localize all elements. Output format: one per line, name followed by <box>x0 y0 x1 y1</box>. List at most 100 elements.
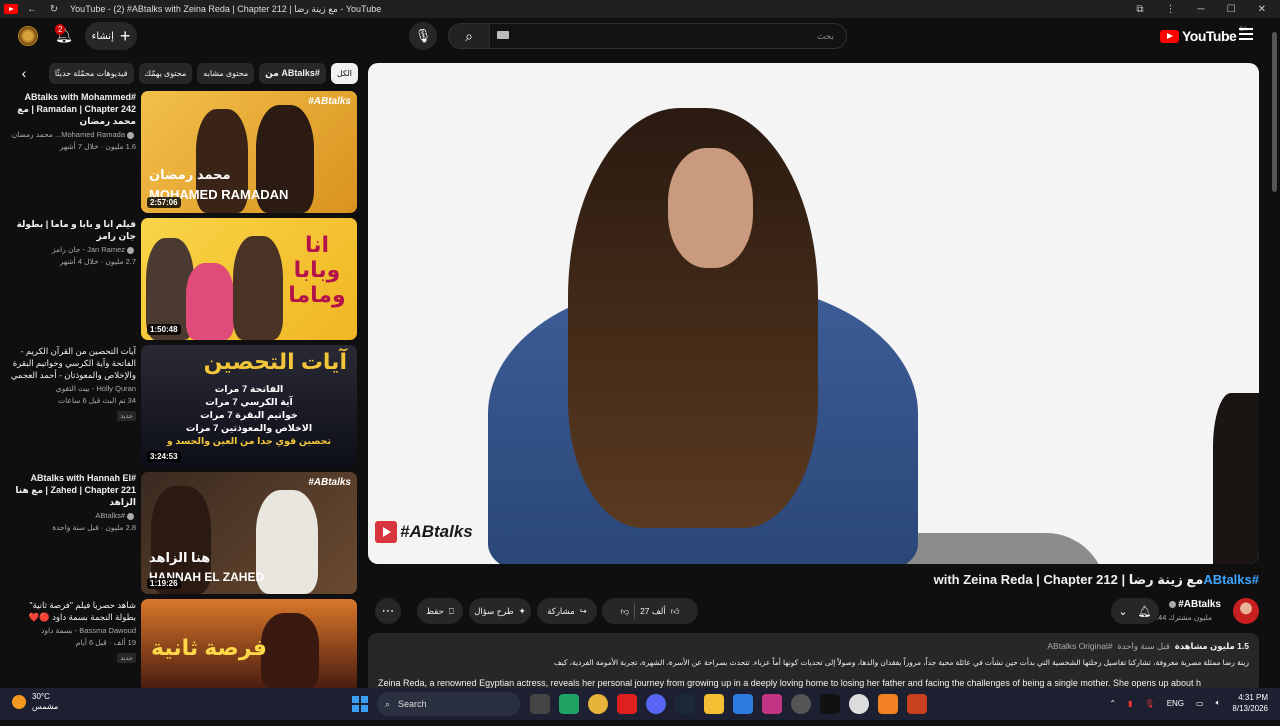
like-count: 27 ألف <box>640 605 666 616</box>
share-button[interactable]: مشاركة ↪ <box>537 598 597 624</box>
instagram-icon[interactable] <box>762 694 782 714</box>
tiktok-icon[interactable] <box>820 694 840 714</box>
taskbar-search-input[interactable]: ⌕ Search <box>377 692 520 716</box>
file-explorer-icon[interactable] <box>704 694 724 714</box>
verified-icon <box>127 246 134 254</box>
rec-channel[interactable]: Bassma Dawoud - بسمة داود <box>10 626 136 635</box>
more-actions-button[interactable]: ⋯ <box>375 598 401 624</box>
rec-channel-name: Jan Ramez - جان رامز <box>52 245 125 254</box>
reload-icon[interactable]: ↻ <box>46 4 62 15</box>
steam-icon[interactable] <box>675 694 695 714</box>
chip-related[interactable]: محتوى مشابه <box>197 62 255 84</box>
window-title: YouTube - (2) #ABtalks with Zeina Reda |… <box>70 3 382 14</box>
duration-badge: 1:19:26 <box>147 578 181 589</box>
brave-icon[interactable] <box>907 694 927 714</box>
chip-from-channel[interactable]: من ABtalks# <box>259 62 326 84</box>
scrollbar-thumb[interactable] <box>1272 32 1277 192</box>
weather-widget[interactable]: 30°C مشمس <box>12 692 58 712</box>
tray-app-icon[interactable]: ▮ <box>1128 699 1132 708</box>
description-tag[interactable]: #ABtalks Original <box>1047 641 1112 651</box>
like-icon[interactable]: 👍︎ <box>671 606 680 617</box>
share-icon: ↪ <box>579 605 587 616</box>
avatar[interactable] <box>18 26 38 46</box>
chrome-icon[interactable] <box>588 694 608 714</box>
app-icon[interactable] <box>733 694 753 714</box>
rec-title[interactable]: شاهد حصريا فيلم "فرصة ثانية" بطولة النجم… <box>10 599 136 623</box>
create-button[interactable]: إنشاء + <box>85 22 137 50</box>
video-actions-row: #ABtalks 3.44 مليون مشترك ⌄ 🔔︎ 👎︎ 27 ألف… <box>368 598 1259 626</box>
volume-icon[interactable]: 🔈︎ <box>1216 698 1221 708</box>
list-item[interactable]: #ABtalks with Hannah El Zahed | Chapter … <box>10 472 358 599</box>
windows-start-icon[interactable] <box>352 696 368 712</box>
voice-search-mic-icon[interactable]: 🎙︎ <box>409 22 437 50</box>
list-item[interactable]: #ABtalks with Mohammed Ramadan | Chapter… <box>10 91 358 218</box>
plus-icon: + <box>119 26 131 46</box>
channel-name[interactable]: #ABtalks <box>1167 599 1221 610</box>
clock[interactable]: 4:31 PM 8/13/2026 <box>1232 692 1268 714</box>
rec-channel[interactable]: Holly Quran - بيت التقوى <box>10 384 136 393</box>
video-side-person <box>1213 393 1259 564</box>
description-stats: 1.5 مليون مشاهدة قبل سنة واحدة #ABtalks … <box>378 641 1249 652</box>
discord-icon[interactable] <box>646 694 666 714</box>
rec-channel-name: #ABtalks <box>95 511 125 520</box>
rec-title[interactable]: #ABtalks with Hannah El Zahed | Chapter … <box>10 472 136 508</box>
rec-thumb-tag: #ABtalks <box>308 477 351 488</box>
network-icon[interactable]: ▭ <box>1196 699 1204 708</box>
search-input[interactable]: بحث <box>489 23 847 49</box>
rec-stats: 2.8 مليون · قبل سنة واحدة <box>52 523 136 532</box>
chevron-down-icon: ⌄ <box>1118 605 1128 618</box>
chip-recently-uploaded[interactable]: فيديوهات محمّلة حديثًا <box>48 62 134 84</box>
video-description[interactable]: 1.5 مليون مشاهدة قبل سنة واحدة #ABtalks … <box>368 633 1259 693</box>
rec-thumbnail[interactable]: انا وبابا وماما 1:50:48 <box>141 218 357 340</box>
rec-thumbnail[interactable]: آيات التحصين الفاتحة 7 مرات آية الكرسي 7… <box>141 345 357 467</box>
video-subject-face <box>668 148 753 268</box>
maximize-icon[interactable]: ☐ <box>1227 4 1236 15</box>
chip-all[interactable]: الكل <box>330 62 358 84</box>
search-button[interactable]: ⌕ <box>448 23 490 49</box>
list-item[interactable]: فيلم انا و بابا و ماما | بطولة جان رامز … <box>10 218 358 345</box>
mic-muted-icon[interactable]: 🎙︎ <box>1145 699 1155 708</box>
rec-thumbnail[interactable]: #ABtalks هنا الزاهد HANNAH EL ZAHED 1:19… <box>141 472 357 594</box>
language-indicator[interactable]: ENG <box>1167 699 1184 708</box>
create-label: إنشاء <box>91 30 114 42</box>
minimize-icon[interactable]: ─ <box>1198 4 1205 15</box>
soundcloud-icon[interactable] <box>878 694 898 714</box>
menu-dots-icon[interactable]: ⋮ <box>1166 4 1176 15</box>
video-title-hashtag[interactable]: #ABtalks <box>1203 572 1259 587</box>
rec-stats: 1.6 مليون · خلال 7 أشهر <box>59 142 136 151</box>
youtube-logo[interactable]: YouTube SA <box>1160 27 1247 44</box>
extensions-icon[interactable]: ⧉ <box>1136 4 1143 15</box>
rec-thumbnail[interactable]: فرصة ثانية <box>141 599 357 689</box>
rec-title[interactable]: فيلم انا و بابا و ماما | بطولة جان رامز <box>10 218 136 242</box>
rec-channel[interactable]: Jan Ramez - جان رامز <box>10 245 136 254</box>
close-icon[interactable]: ✕ <box>1258 4 1266 15</box>
taskbar-search-label: Search <box>398 699 427 709</box>
chevron-up-icon[interactable]: ⌃ <box>1109 699 1116 708</box>
rec-channel[interactable]: #ABtalks <box>10 511 136 520</box>
verified-icon <box>127 131 134 139</box>
rec-channel[interactable]: Mohamed Ramada... محمد رمضان <box>10 130 136 139</box>
rec-thumbnail[interactable]: #ABtalks محمد رمضان MOHAMED RAMADAN 2:57… <box>141 91 357 213</box>
chevron-left-icon[interactable]: ‹ <box>18 65 30 81</box>
search-icon: ⌕ <box>385 698 391 709</box>
keyboard-icon[interactable] <box>497 31 509 39</box>
store-icon[interactable] <box>559 694 579 714</box>
back-icon[interactable]: ← <box>24 4 40 15</box>
sun-icon <box>12 695 26 709</box>
rec-title[interactable]: آيات التحصين من القرآن الكريم - الفاتحة … <box>10 345 136 381</box>
rec-title[interactable]: #ABtalks with Mohammed Ramadan | Chapter… <box>10 91 136 127</box>
chip-for-you[interactable]: محتوى يهمّك <box>138 62 193 84</box>
subscribed-notifications-button[interactable]: ⌄ 🔔︎ <box>1111 598 1159 624</box>
dislike-icon[interactable]: 👎︎ <box>620 606 629 617</box>
video-player[interactable]: #ABtalks <box>368 63 1259 564</box>
list-item[interactable]: آيات التحصين من القرآن الكريم - الفاتحة … <box>10 345 358 472</box>
youtube-app-icon[interactable] <box>617 694 637 714</box>
channel-avatar[interactable] <box>1233 598 1259 624</box>
ask-button[interactable]: طرح سؤال ✦ <box>469 598 531 624</box>
settings-gear-icon[interactable] <box>791 694 811 714</box>
hamburger-menu-icon[interactable] <box>1239 28 1253 40</box>
save-button[interactable]: حفظ ⎕ <box>417 598 463 624</box>
task-view-icon[interactable] <box>530 694 550 714</box>
app-icon[interactable] <box>849 694 869 714</box>
page-scrollbar[interactable] <box>1272 28 1278 688</box>
